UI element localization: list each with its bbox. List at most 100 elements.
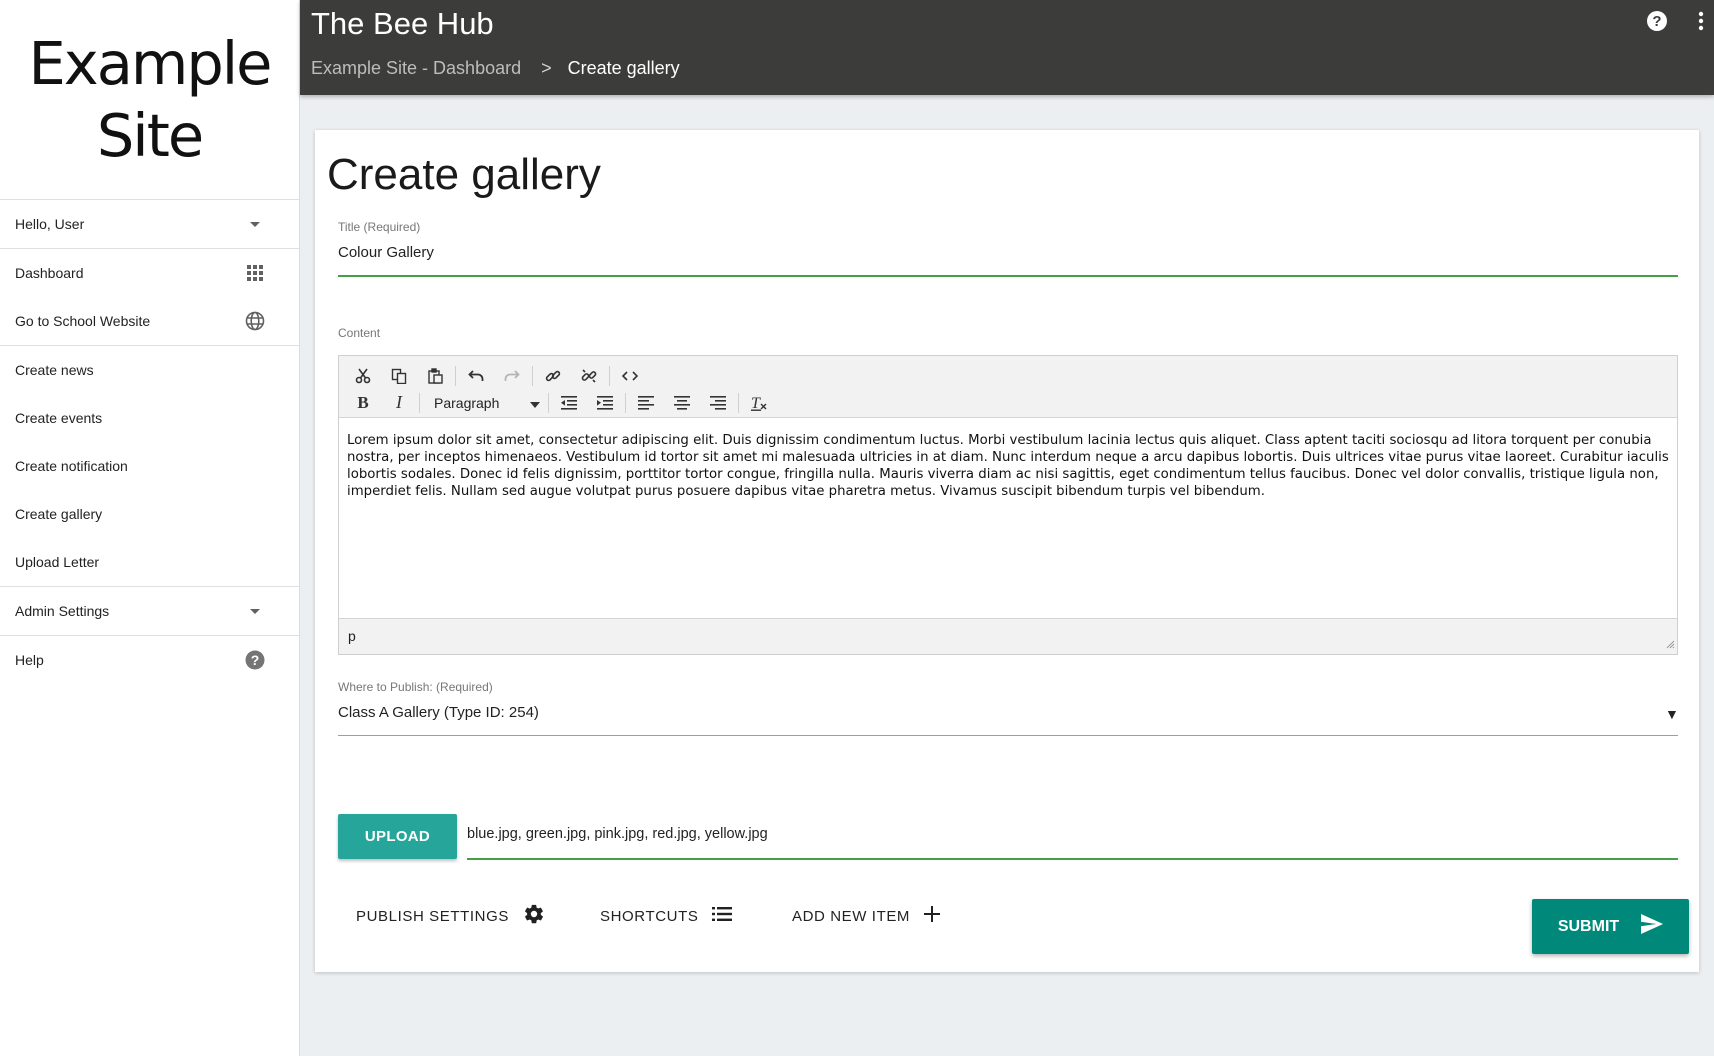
paste-icon[interactable] [417,363,453,389]
publish-location-select[interactable]: Class A Gallery (Type ID: 254) [338,704,1678,730]
list-icon [712,907,733,925]
user-menu-group: Hello, User [0,200,299,249]
chevron-right-icon: > [541,58,552,78]
sidebar-item-label: Upload Letter [15,554,100,570]
send-icon [1641,914,1664,939]
format-select[interactable]: Paragraph [422,390,546,416]
indent-icon[interactable] [587,390,623,416]
content-field-label: Content [338,326,381,340]
element-path[interactable]: p [348,628,356,644]
rich-text-editor: B I Paragraph T Lorem ipsum dolor sit am… [338,355,1678,655]
sidebar-item-help[interactable]: Help ? [0,636,299,684]
caret-down-icon [530,395,540,411]
submit-button[interactable]: SUBMIT [1532,899,1689,954]
svg-text:?: ? [251,652,260,668]
toolbar-divider [609,365,610,386]
shortcuts-label: SHORTCUTS [600,907,699,925]
sidebar-item-create-news[interactable]: Create news [0,346,299,394]
title-field-underline [338,275,1678,277]
publish-settings-label: PUBLISH SETTINGS [356,907,509,925]
plus-icon [924,906,941,926]
help-icon[interactable]: ? [1646,10,1668,37]
more-vert-icon[interactable] [1698,11,1704,36]
outdent-icon[interactable] [551,390,587,416]
logo-line-1: Example [28,28,273,98]
editor-toolbar: B I Paragraph T [339,356,1677,418]
add-new-item-button[interactable]: ADD NEW ITEM [792,898,941,934]
submit-label: SUBMIT [1557,917,1620,935]
toolbar-divider [625,392,626,413]
top-bar-actions: ? [1646,10,1704,37]
page-title: Create gallery [327,150,601,199]
link-icon[interactable] [535,363,571,389]
app-title: The Bee Hub [311,6,494,41]
undo-icon[interactable] [458,363,494,389]
upload-field-underline [467,858,1678,860]
title-input[interactable]: Colour Gallery [338,244,434,261]
nav-create-group: Create news Create events Create notific… [0,346,299,587]
shortcuts-button[interactable]: SHORTCUTS [600,898,733,934]
user-menu[interactable]: Hello, User [0,200,299,248]
toolbar-divider [455,365,456,386]
cut-icon[interactable] [345,363,381,389]
logo-line-2: Site [96,100,204,170]
sidebar-item-create-notification[interactable]: Create notification [0,442,299,490]
title-field-label: Title (Required) [338,220,421,234]
breadcrumb: Example Site - Dashboard > Create galler… [311,56,680,80]
breadcrumb-parent-link[interactable]: Example Site - Dashboard [311,56,521,80]
align-left-icon[interactable] [628,390,664,416]
toolbar-divider [419,392,420,413]
sidebar-item-label: Go to School Website [15,313,151,329]
sidebar-item-label: Create notification [15,458,128,474]
unlink-icon[interactable] [571,363,607,389]
admin-settings-label: Admin Settings [15,603,110,619]
sidebar-item-create-events[interactable]: Create events [0,394,299,442]
sidebar-item-label: Create news [15,362,94,378]
sidebar: Example Site Hello, User Dashboard Go to… [0,0,300,1056]
clear-formatting-icon[interactable]: T [741,390,777,416]
publish-location-value: Class A Gallery (Type ID: 254) [338,704,539,721]
publish-location-label: Where to Publish: (Required) [338,680,493,694]
dropdown-arrow-icon[interactable]: ▼ [1665,706,1679,722]
resize-handle-icon[interactable] [1665,636,1675,652]
sidebar-item-label: Help [15,652,44,668]
toolbar-divider [548,392,549,413]
site-logo[interactable]: Example Site [0,0,299,200]
sidebar-item-school-website[interactable]: Go to School Website [0,297,299,345]
bold-icon[interactable]: B [345,390,381,416]
gear-icon [523,903,545,929]
help-icon: ? [245,650,265,670]
admin-settings-menu[interactable]: Admin Settings [0,587,299,635]
sidebar-item-label: Dashboard [15,265,84,281]
create-gallery-card: Create gallery Title (Required) Colour G… [315,130,1699,972]
admin-menu-group: Admin Settings [0,587,299,636]
chevron-down-icon [245,214,265,234]
editor-statusbar: p [339,618,1677,654]
sidebar-item-upload-letter[interactable]: Upload Letter [0,538,299,586]
chevron-down-icon [245,601,265,621]
italic-icon[interactable]: I [381,390,417,416]
align-right-icon[interactable] [700,390,736,416]
apps-grid-icon [245,263,265,283]
editor-content-area[interactable]: Lorem ipsum dolor sit amet, consectetur … [339,418,1677,618]
align-center-icon[interactable] [664,390,700,416]
publish-settings-button[interactable]: PUBLISH SETTINGS [356,898,545,934]
format-select-value: Paragraph [434,394,500,411]
svg-text:T: T [751,395,761,411]
sidebar-item-create-gallery[interactable]: Create gallery [0,490,299,538]
add-new-item-label: ADD NEW ITEM [792,907,911,925]
globe-icon [245,311,265,331]
publish-field-underline [338,735,1678,736]
sidebar-item-dashboard[interactable]: Dashboard [0,249,299,297]
nav-primary-group: Dashboard Go to School Website [0,249,299,346]
user-menu-label: Hello, User [15,216,85,232]
copy-icon[interactable] [381,363,417,389]
source-code-icon[interactable] [612,363,648,389]
uploaded-files-input[interactable]: blue.jpg, green.jpg, pink.jpg, red.jpg, … [467,826,768,842]
redo-icon[interactable] [494,363,530,389]
toolbar-divider [738,392,739,413]
sidebar-item-label: Create gallery [15,506,103,522]
breadcrumb-current: Create gallery [567,58,680,78]
upload-button[interactable]: UPLOAD [338,814,457,859]
toolbar-divider [532,365,533,386]
